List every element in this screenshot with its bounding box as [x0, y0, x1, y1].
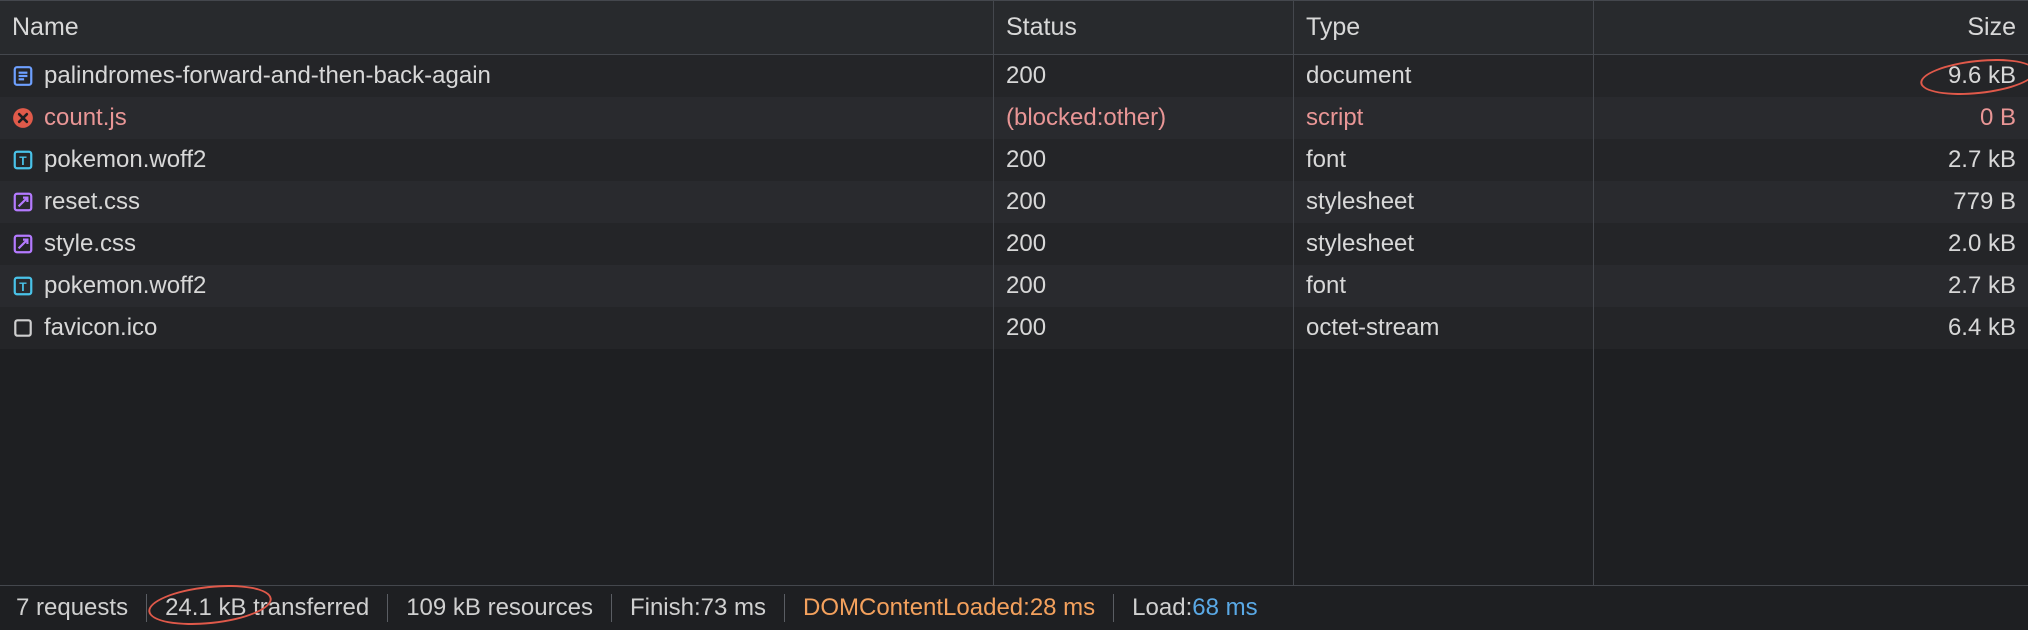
status-bar: 7 requests 24.1 kB transferred 109 kB re…: [0, 586, 2028, 630]
status-load-value: 68 ms: [1192, 594, 1257, 622]
cell-type: font: [1294, 139, 1594, 181]
request-name: pokemon.woff2: [44, 146, 206, 174]
cell-type: script: [1294, 97, 1594, 139]
status-requests: 7 requests: [16, 594, 128, 622]
status-transferred: 24.1 kB transferred: [165, 594, 369, 622]
column-header-status[interactable]: Status: [994, 1, 1294, 54]
document-icon: [12, 65, 34, 87]
cell-name[interactable]: Tpokemon.woff2: [0, 139, 994, 181]
other-icon: [12, 317, 34, 339]
cell-status: 200: [994, 265, 1294, 307]
cell-name[interactable]: reset.css: [0, 181, 994, 223]
cell-name[interactable]: favicon.ico: [0, 307, 994, 349]
status-dcl-value: 28 ms: [1030, 594, 1095, 622]
cell-type: octet-stream: [1294, 307, 1594, 349]
column-header-size[interactable]: Size: [1594, 1, 2028, 54]
column-header-name[interactable]: Name: [0, 1, 994, 54]
font-icon: T: [12, 275, 34, 297]
status-resources: 109 kB resources: [406, 594, 593, 622]
status-divider: [387, 594, 388, 622]
cell-size: 9.6 kB: [1594, 55, 2028, 97]
status-divider: [1113, 594, 1114, 622]
cell-type: font: [1294, 265, 1594, 307]
cell-size: 2.7 kB: [1594, 265, 2028, 307]
network-panel: Name Status Type Size palindromes-forwar…: [0, 0, 2028, 630]
status-divider: [146, 594, 147, 622]
cell-size: 2.7 kB: [1594, 139, 2028, 181]
request-name: palindromes-forward-and-then-back-again: [44, 62, 491, 90]
cell-name[interactable]: palindromes-forward-and-then-back-again: [0, 55, 994, 97]
status-domcontentloaded: DOMContentLoaded: 28 ms: [803, 594, 1095, 622]
cell-status: 200: [994, 139, 1294, 181]
status-dcl-label: DOMContentLoaded:: [803, 594, 1030, 622]
cell-size: 0 B: [1594, 97, 2028, 139]
table-row[interactable]: palindromes-forward-and-then-back-again 2…: [0, 55, 2028, 97]
request-name: count.js: [44, 104, 127, 132]
table-empty-area: [0, 349, 2028, 585]
cell-size: 6.4 kB: [1594, 307, 2028, 349]
table-row[interactable]: Tpokemon.woff2200font2.7 kB: [0, 139, 2028, 181]
font-icon: T: [12, 149, 34, 171]
column-header-type[interactable]: Type: [1294, 1, 1594, 54]
table-body: palindromes-forward-and-then-back-again 2…: [0, 55, 2028, 349]
status-divider: [784, 594, 785, 622]
style-icon: [12, 191, 34, 213]
status-finish-label: Finish:: [630, 594, 701, 622]
cell-status: (blocked:other): [994, 97, 1294, 139]
cell-type: document: [1294, 55, 1594, 97]
status-finish-value: 73 ms: [701, 594, 766, 622]
status-finish: Finish: 73 ms: [630, 594, 766, 622]
status-load-label: Load:: [1132, 594, 1192, 622]
svg-text:T: T: [19, 280, 27, 294]
table-row[interactable]: style.css 200stylesheet2.0 kB: [0, 223, 2028, 265]
cell-type: stylesheet: [1294, 181, 1594, 223]
table-row[interactable]: count.js (blocked:other)script0 B: [0, 97, 2028, 139]
cell-name[interactable]: Tpokemon.woff2: [0, 265, 994, 307]
request-name: style.css: [44, 230, 136, 258]
request-name: favicon.ico: [44, 314, 157, 342]
cell-size: 779 B: [1594, 181, 2028, 223]
table-row[interactable]: Tpokemon.woff2200font2.7 kB: [0, 265, 2028, 307]
cell-status: 200: [994, 307, 1294, 349]
style-icon: [12, 233, 34, 255]
request-name: pokemon.woff2: [44, 272, 206, 300]
cell-size: 2.0 kB: [1594, 223, 2028, 265]
cell-name[interactable]: style.css: [0, 223, 994, 265]
cell-name[interactable]: count.js: [0, 97, 994, 139]
table-header-row: Name Status Type Size: [0, 1, 2028, 55]
cell-type: stylesheet: [1294, 223, 1594, 265]
svg-text:T: T: [19, 154, 27, 168]
status-load: Load: 68 ms: [1132, 594, 1257, 622]
error-icon: [12, 107, 34, 129]
table-row[interactable]: reset.css 200stylesheet779 B: [0, 181, 2028, 223]
cell-status: 200: [994, 223, 1294, 265]
cell-status: 200: [994, 55, 1294, 97]
request-name: reset.css: [44, 188, 140, 216]
table-row[interactable]: favicon.ico 200octet-stream6.4 kB: [0, 307, 2028, 349]
cell-status: 200: [994, 181, 1294, 223]
status-divider: [611, 594, 612, 622]
request-table: Name Status Type Size palindromes-forwar…: [0, 0, 2028, 586]
